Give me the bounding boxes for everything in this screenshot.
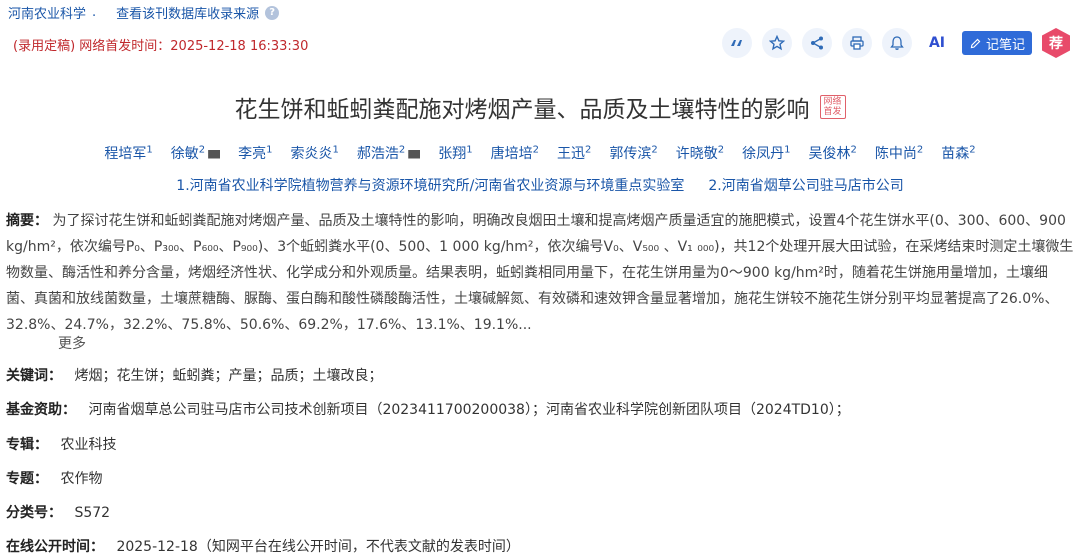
author-affiliation-sup: 2: [850, 144, 857, 156]
author-link[interactable]: 徐敏2: [170, 143, 221, 163]
keywords-label: 关键词：: [6, 368, 62, 384]
online-time-label: 在线公开时间：: [6, 539, 104, 555]
bell-icon[interactable]: [881, 28, 912, 58]
help-icon[interactable]: ?: [265, 5, 280, 20]
classification-label: 分类号：: [6, 505, 62, 521]
affiliation-2[interactable]: 2.河南省烟草公司驻马店市公司: [708, 175, 903, 195]
author-affiliation-sup: 1: [784, 144, 791, 156]
keywords-value[interactable]: 烤烟；花生饼；蚯蚓粪；产量；品质；土壤改良；: [74, 368, 382, 384]
ai-button[interactable]: AI: [922, 28, 952, 58]
author-link[interactable]: 陈中尚2: [875, 143, 923, 163]
affiliation-list: 1.河南省农业科学院植物营养与资源环境研究所/河南省农业资源与环境重点实验室 2…: [0, 175, 1080, 195]
author-link[interactable]: 吴俊林2: [809, 143, 857, 163]
author-affiliation-sup: 2: [717, 144, 725, 156]
author-name: 徐敏: [170, 146, 199, 162]
toolbar: AI 记笔记 荐: [721, 28, 1070, 58]
author-name: 许晓敬: [675, 146, 718, 162]
author-link[interactable]: 许晓敬2: [676, 143, 724, 163]
author-name: 程培军: [104, 146, 147, 162]
affiliation-1[interactable]: 1.河南省农业科学院植物营养与资源环境研究所/河南省农业资源与环境重点实验室: [176, 175, 684, 195]
mail-icon[interactable]: [408, 149, 421, 159]
online-time-value: 2025-12-18（知网平台在线公开时间，不代表文献的发表时间）: [116, 539, 520, 555]
author-name: 徐凤丹: [742, 146, 785, 162]
author-link[interactable]: 唐培培2: [491, 143, 539, 163]
author-affiliation-sup: 2: [198, 144, 206, 156]
author-affiliation-sup: 2: [651, 144, 658, 156]
author-affiliation-sup: 1: [466, 144, 473, 156]
classification-row: 分类号： S572: [6, 500, 1074, 526]
author-name: 郭传滨: [609, 146, 652, 162]
pencil-icon: [970, 38, 981, 48]
take-note-label: 记笔记: [985, 37, 1025, 53]
author-name: 唐培培: [490, 146, 533, 162]
author-affiliation-sup: 2: [916, 144, 924, 156]
author-affiliation-sup: 1: [146, 144, 153, 156]
online-time-row: 在线公开时间： 2025-12-18（知网平台在线公开时间，不代表文献的发表时间…: [6, 534, 1074, 557]
collection-label: 专辑：: [6, 437, 48, 453]
author-affiliation-sup: 2: [585, 144, 592, 156]
author-name: 苗森: [941, 146, 970, 162]
mail-icon[interactable]: [208, 149, 221, 159]
author-link[interactable]: 徐凤丹1: [742, 143, 790, 163]
author-affiliation-sup: 2: [969, 144, 976, 156]
separator: .: [92, 5, 97, 20]
topic-value: 农作物: [60, 471, 103, 487]
collection-value: 农业科技: [60, 437, 117, 453]
abstract-label: 摘要：: [6, 213, 48, 229]
take-note-button[interactable]: 记笔记: [961, 31, 1032, 55]
author-affiliation-sup: 2: [398, 144, 406, 156]
favorite-star-icon[interactable]: [761, 28, 792, 58]
author-affiliation-sup: 1: [266, 144, 273, 156]
collection-row: 专辑： 农业科技: [6, 432, 1074, 458]
author-name: 张翔: [438, 146, 467, 162]
author-name: 王迅: [557, 146, 585, 162]
author-link[interactable]: 程培军1: [104, 143, 152, 163]
source-bar: 河南农业科学 . 查看该刊数据库收录来源 ?: [8, 3, 280, 22]
funding-row: 基金资助： 河南省烟草总公司驻马店市公司技术创新项目（2023411700200…: [6, 397, 1074, 423]
topic-row: 专题： 农作物: [6, 466, 1074, 492]
recommend-button[interactable]: 荐: [1042, 28, 1070, 58]
funding-value[interactable]: 河南省烟草总公司驻马店市公司技术创新项目（2023411700200038）；河…: [88, 402, 849, 418]
article-title-row: 花生饼和蚯蚓粪配施对烤烟产量、品质及土壤特性的影响 网络首发: [0, 90, 1080, 124]
author-affiliation-sup: 1: [332, 144, 339, 156]
author-link[interactable]: 李亮1: [238, 143, 272, 163]
author-name: 李亮: [238, 146, 267, 162]
abstract: 摘要： 为了探讨花生饼和蚯蚓粪配施对烤烟产量、品质及土壤特性的影响，明确改良烟田…: [6, 208, 1074, 338]
topic-label: 专题：: [6, 471, 48, 487]
author-name: 索炎炎: [290, 146, 333, 162]
author-name: 吴俊林: [808, 146, 851, 162]
author-list: 程培军1 徐敏2 李亮1 索炎炎1 郝浩浩2 张翔1 唐培培2 王迅2 郭传滨2 许晓敬2 徐凤丹1…: [0, 143, 1080, 163]
journal-link[interactable]: 河南农业科学: [8, 3, 86, 22]
author-affiliation-sup: 2: [532, 144, 539, 156]
abstract-text: 为了探讨花生饼和蚯蚓粪配施对烤烟产量、品质及土壤特性的影响，明确改良烟田土壤和提…: [6, 213, 1074, 333]
author-link[interactable]: 张翔1: [438, 143, 472, 163]
author-name: 郝浩浩: [356, 146, 399, 162]
author-link[interactable]: 王迅2: [557, 143, 591, 163]
publication-notice: (录用定稿) 网络首发时间：2025-12-18 16:33:30: [13, 39, 309, 54]
keywords-row: 关键词： 烤烟；花生饼；蚯蚓粪；产量；品质；土壤改良；: [6, 363, 1074, 389]
article-title: 花生饼和蚯蚓粪配施对烤烟产量、品质及土壤特性的影响: [234, 97, 810, 123]
online-first-stamp: 网络首发: [819, 95, 846, 119]
author-link[interactable]: 郭传滨2: [609, 143, 657, 163]
share-icon[interactable]: [801, 28, 832, 58]
print-icon[interactable]: [841, 28, 872, 58]
quote-icon[interactable]: [721, 28, 752, 58]
funding-label: 基金资助：: [6, 402, 76, 418]
more-link[interactable]: 更多: [58, 333, 86, 353]
classification-value: S572: [74, 505, 111, 521]
author-name: 陈中尚: [874, 146, 917, 162]
author-link[interactable]: 索炎炎1: [291, 143, 339, 163]
check-source-link[interactable]: 查看该刊数据库收录来源: [116, 3, 259, 22]
author-link[interactable]: 苗森2: [941, 143, 975, 163]
author-link[interactable]: 郝浩浩2: [356, 143, 421, 163]
